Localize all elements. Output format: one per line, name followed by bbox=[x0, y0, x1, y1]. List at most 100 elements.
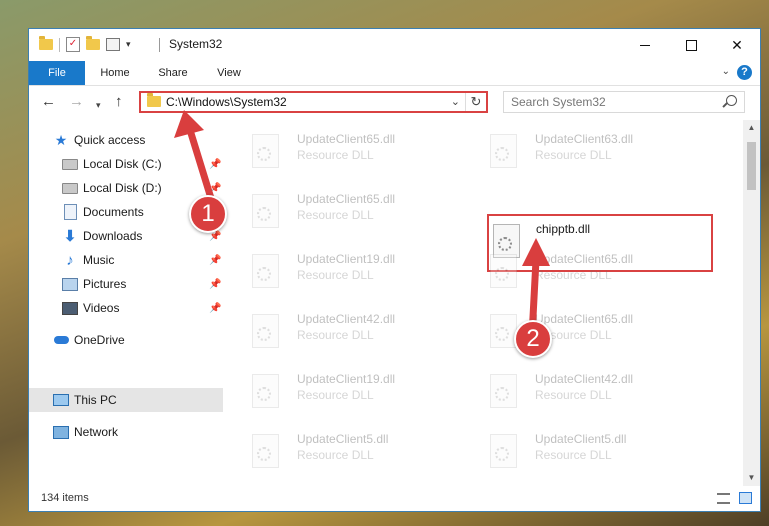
gear-icon bbox=[257, 267, 271, 281]
sidebar-item-label: This PC bbox=[74, 393, 117, 407]
file-item[interactable]: UpdateClient65.dll Resource DLL bbox=[463, 244, 683, 296]
documents-icon bbox=[63, 204, 77, 220]
file-item[interactable]: UpdateClient19.dll Resource DLL bbox=[225, 244, 445, 296]
refresh-icon[interactable]: ↻ bbox=[465, 93, 486, 111]
sidebar-item-label: Documents bbox=[83, 205, 144, 219]
vertical-scrollbar[interactable]: ▲ ▼ bbox=[743, 120, 760, 486]
gear-icon bbox=[257, 447, 271, 461]
scrollbar-thumb[interactable] bbox=[747, 142, 756, 190]
file-type: Resource DLL bbox=[535, 388, 612, 402]
sidebar-item-label: Local Disk (C:) bbox=[83, 157, 162, 171]
dll-file-icon bbox=[252, 314, 279, 348]
file-name: UpdateClient42.dll bbox=[535, 372, 634, 386]
file-name: UpdateClient19.dll bbox=[297, 372, 396, 386]
folder-icon bbox=[39, 36, 53, 50]
sidebar-item-label: Downloads bbox=[83, 229, 143, 243]
file-name: chipptb.dll bbox=[536, 222, 591, 236]
videos-icon-wrap bbox=[62, 301, 78, 315]
properties-check-icon[interactable]: ✓ bbox=[66, 37, 80, 52]
file-name: UpdateClient63.dll bbox=[535, 132, 634, 146]
search-placeholder[interactable]: Search System32 bbox=[511, 95, 606, 109]
scroll-up-arrow-icon[interactable]: ▲ bbox=[743, 120, 760, 136]
file-item[interactable]: UpdateClient5.dll Resource DLL bbox=[463, 424, 683, 476]
new-folder-icon[interactable] bbox=[86, 36, 100, 50]
scroll-down-arrow-icon[interactable]: ▼ bbox=[743, 470, 760, 486]
pin-icon[interactable]: 📌 bbox=[209, 303, 221, 314]
up-arrow-icon[interactable]: ↑ bbox=[115, 94, 123, 110]
item-count: 134 items bbox=[41, 492, 89, 504]
tab-view[interactable]: View bbox=[207, 61, 251, 85]
file-name: UpdateClient65.dll bbox=[297, 132, 396, 146]
minimize-icon bbox=[640, 44, 650, 46]
tiles-view-icon[interactable] bbox=[739, 492, 752, 504]
computer-icon-wrap bbox=[53, 393, 69, 407]
pin-icon[interactable]: 📌 bbox=[209, 255, 221, 266]
minimize-button[interactable] bbox=[622, 29, 668, 61]
sidebar-item-this-pc[interactable]: This PC bbox=[29, 388, 223, 412]
file-item[interactable]: UpdateClient65.dll Resource DLL bbox=[463, 304, 683, 356]
search-icon[interactable] bbox=[726, 95, 737, 106]
title-bar: ✓ ▾ System32 ✕ bbox=[29, 29, 760, 61]
dll-file-icon bbox=[490, 374, 517, 408]
window-title: System32 bbox=[169, 37, 223, 51]
file-item[interactable]: UpdateClient5.dll Resource DLL bbox=[225, 424, 445, 476]
star-icon: ★ bbox=[54, 131, 68, 148]
address-history-chevron-icon[interactable]: ⌄ bbox=[451, 95, 460, 108]
gear-icon bbox=[495, 267, 509, 281]
file-type: Resource DLL bbox=[297, 268, 374, 282]
file-explorer-window: ✓ ▾ System32 ✕ File Home Share View ⌄ ? … bbox=[28, 28, 761, 512]
file-item[interactable]: UpdateClient63.dll Resource DLL bbox=[463, 124, 683, 176]
gear-icon bbox=[495, 447, 509, 461]
computer-icon bbox=[53, 394, 69, 406]
expand-ribbon-chevron-icon[interactable]: ⌄ bbox=[722, 66, 730, 77]
sidebar-item-label: Local Disk (D:) bbox=[83, 181, 162, 195]
title-divider bbox=[159, 38, 160, 52]
dll-file-icon bbox=[252, 194, 279, 228]
sidebar-item-network[interactable]: Network bbox=[29, 420, 223, 444]
quick-access-toolbar: ✓ ▾ bbox=[39, 36, 131, 52]
file-type: Resource DLL bbox=[535, 148, 612, 162]
file-item[interactable]: UpdateClient42.dll Resource DLL bbox=[463, 364, 683, 416]
sidebar-item-label: Network bbox=[74, 425, 119, 439]
dll-file-icon bbox=[252, 134, 279, 168]
pictures-icon-wrap bbox=[62, 277, 78, 291]
dll-file-icon bbox=[252, 374, 279, 408]
gear-icon bbox=[495, 387, 509, 401]
dll-file-icon bbox=[490, 434, 517, 468]
file-item[interactable]: UpdateClient19.dll Resource DLL bbox=[225, 364, 445, 416]
cloud-icon-wrap bbox=[53, 333, 69, 347]
address-path[interactable]: C:\Windows\System32 bbox=[166, 95, 287, 109]
file-name: UpdateClient5.dll bbox=[297, 432, 389, 446]
properties-icon[interactable] bbox=[106, 38, 120, 51]
tab-file[interactable]: File bbox=[29, 61, 85, 85]
details-view-icon[interactable] bbox=[717, 493, 730, 504]
sidebar-item-label: Quick access bbox=[74, 133, 146, 147]
customize-toolbar-dropdown-icon[interactable]: ▾ bbox=[126, 39, 131, 50]
back-arrow-icon[interactable]: ← bbox=[41, 94, 56, 110]
sidebar-item-onedrive[interactable]: OneDrive bbox=[29, 328, 223, 352]
sidebar-item-pictures[interactable]: Pictures 📌 bbox=[29, 272, 223, 296]
forward-arrow-icon[interactable]: → bbox=[69, 94, 84, 110]
pin-icon[interactable]: 📌 bbox=[209, 279, 221, 290]
help-icon[interactable]: ? bbox=[737, 65, 752, 80]
tab-share[interactable]: Share bbox=[151, 61, 195, 85]
file-item[interactable]: UpdateClient65.dll Resource DLL bbox=[225, 124, 445, 176]
file-name: UpdateClient19.dll bbox=[297, 252, 396, 266]
step-badge-2: 2 bbox=[514, 320, 552, 358]
sidebar-item-label: Pictures bbox=[83, 277, 127, 291]
tab-home[interactable]: Home bbox=[93, 61, 137, 85]
ribbon: File Home Share View ⌄ ? bbox=[29, 61, 760, 86]
close-button[interactable]: ✕ bbox=[714, 29, 760, 61]
sidebar-item-videos[interactable]: Videos 📌 bbox=[29, 296, 223, 320]
search-input[interactable]: Search System32 bbox=[503, 91, 745, 113]
sidebar-item-music[interactable]: ♪ Music 📌 bbox=[29, 248, 223, 272]
file-item[interactable]: UpdateClient42.dll Resource DLL bbox=[225, 304, 445, 356]
file-type: Resource DLL bbox=[297, 448, 374, 462]
close-icon: ✕ bbox=[731, 36, 743, 53]
maximize-icon bbox=[685, 39, 697, 51]
step-badge-1: 1 bbox=[189, 195, 227, 233]
videos-icon bbox=[62, 301, 78, 315]
maximize-button[interactable] bbox=[668, 29, 714, 61]
recent-locations-chevron-icon[interactable]: ▾ bbox=[96, 97, 101, 113]
file-item[interactable]: UpdateClient65.dll Resource DLL bbox=[225, 184, 445, 236]
